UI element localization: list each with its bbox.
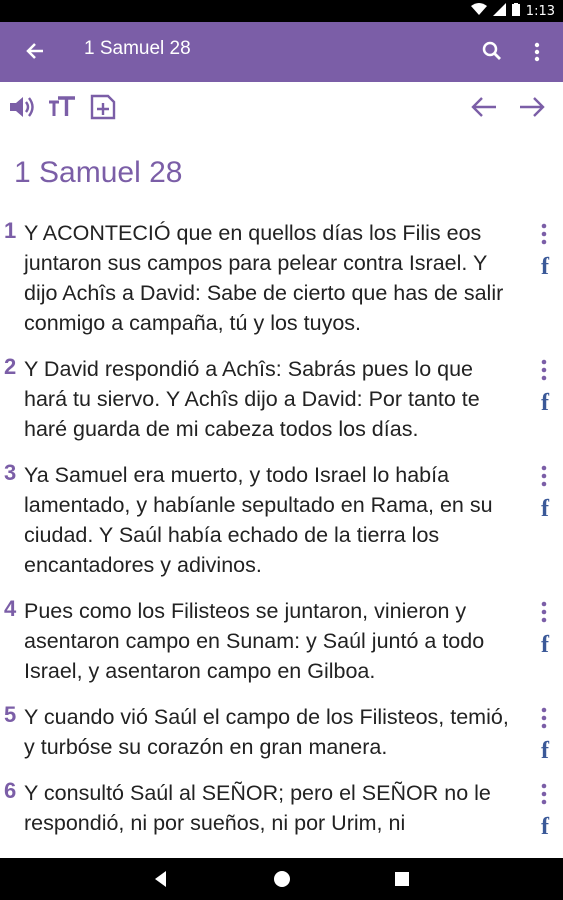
back-arrow-icon[interactable] xyxy=(20,36,50,66)
signal-icon xyxy=(492,3,506,20)
text-size-icon[interactable] xyxy=(48,92,76,122)
system-nav-bar xyxy=(0,858,563,900)
facebook-share-icon[interactable]: f xyxy=(541,814,549,841)
verse-item[interactable]: 5 Y cuando vió Saúl el campo de los Fili… xyxy=(0,696,563,772)
verse-options-icon[interactable] xyxy=(539,358,549,382)
recents-square-icon[interactable] xyxy=(391,868,413,890)
facebook-share-icon[interactable]: f xyxy=(541,738,549,765)
verse-item[interactable]: 1 Y ACONTECIÓ que en quellos días los Fi… xyxy=(0,212,563,348)
verse-item[interactable]: 4 Pues como los Filisteos se juntaron, v… xyxy=(0,590,563,696)
verse-text: Y cuando vió Saúl el campo de los Filist… xyxy=(24,705,509,759)
facebook-share-icon[interactable]: f xyxy=(541,254,549,281)
verse-options-icon[interactable] xyxy=(539,222,549,246)
status-icons: 1:13 xyxy=(470,3,555,20)
reader-toolbar xyxy=(0,82,563,132)
facebook-share-icon[interactable]: f xyxy=(541,496,549,523)
verse-item[interactable]: 3 Ya Samuel era muerto, y todo Israel lo… xyxy=(0,454,563,590)
verse-options-icon[interactable] xyxy=(539,782,549,806)
verse-text: Pues como los Filisteos se juntaron, vin… xyxy=(24,599,485,683)
status-time: 1:13 xyxy=(525,4,555,19)
verse-number: 5 xyxy=(4,702,17,727)
speaker-icon[interactable] xyxy=(8,92,36,122)
status-bar: 1:13 xyxy=(0,0,563,22)
facebook-share-icon[interactable]: f xyxy=(541,390,549,417)
verse-number: 1 xyxy=(4,218,17,243)
wifi-icon xyxy=(470,3,487,20)
verse-options-icon[interactable] xyxy=(539,706,549,730)
next-chapter-arrow-icon[interactable] xyxy=(518,92,546,122)
app-bar: 1 Samuel 28 xyxy=(0,22,563,82)
add-note-icon[interactable] xyxy=(89,92,117,122)
verse-text: Y David respondió a Achîs: Sabrás pues l… xyxy=(24,357,480,441)
verse-options-icon[interactable] xyxy=(539,464,549,488)
more-options-icon[interactable] xyxy=(531,38,543,66)
verse-text: Y ACONTECIÓ que en quellos días los Fili… xyxy=(24,221,504,335)
verse-number: 3 xyxy=(4,460,17,485)
home-circle-icon[interactable] xyxy=(271,868,293,890)
search-icon[interactable] xyxy=(481,40,505,64)
page-title: 1 Samuel 28 xyxy=(84,38,191,59)
verse-number: 2 xyxy=(4,354,17,379)
facebook-share-icon[interactable]: f xyxy=(541,632,549,659)
previous-chapter-arrow-icon[interactable] xyxy=(470,92,498,122)
verse-text: Ya Samuel era muerto, y todo Israel lo h… xyxy=(24,463,493,577)
verse-number: 6 xyxy=(4,778,17,803)
verse-item[interactable]: 6 Y consultó Saúl al SEÑOR; pero el SEÑO… xyxy=(0,772,563,848)
verse-text: Y consultó Saúl al SEÑOR; pero el SEÑOR … xyxy=(24,781,491,835)
battery-icon xyxy=(511,3,520,20)
verse-options-icon[interactable] xyxy=(539,600,549,624)
verse-list: 1 Y ACONTECIÓ que en quellos días los Fi… xyxy=(0,212,563,858)
verse-number: 4 xyxy=(4,596,17,621)
back-triangle-icon[interactable] xyxy=(150,868,172,890)
chapter-heading: 1 Samuel 28 xyxy=(14,156,183,189)
verse-item[interactable]: 2 Y David respondió a Achîs: Sabrás pues… xyxy=(0,348,563,454)
